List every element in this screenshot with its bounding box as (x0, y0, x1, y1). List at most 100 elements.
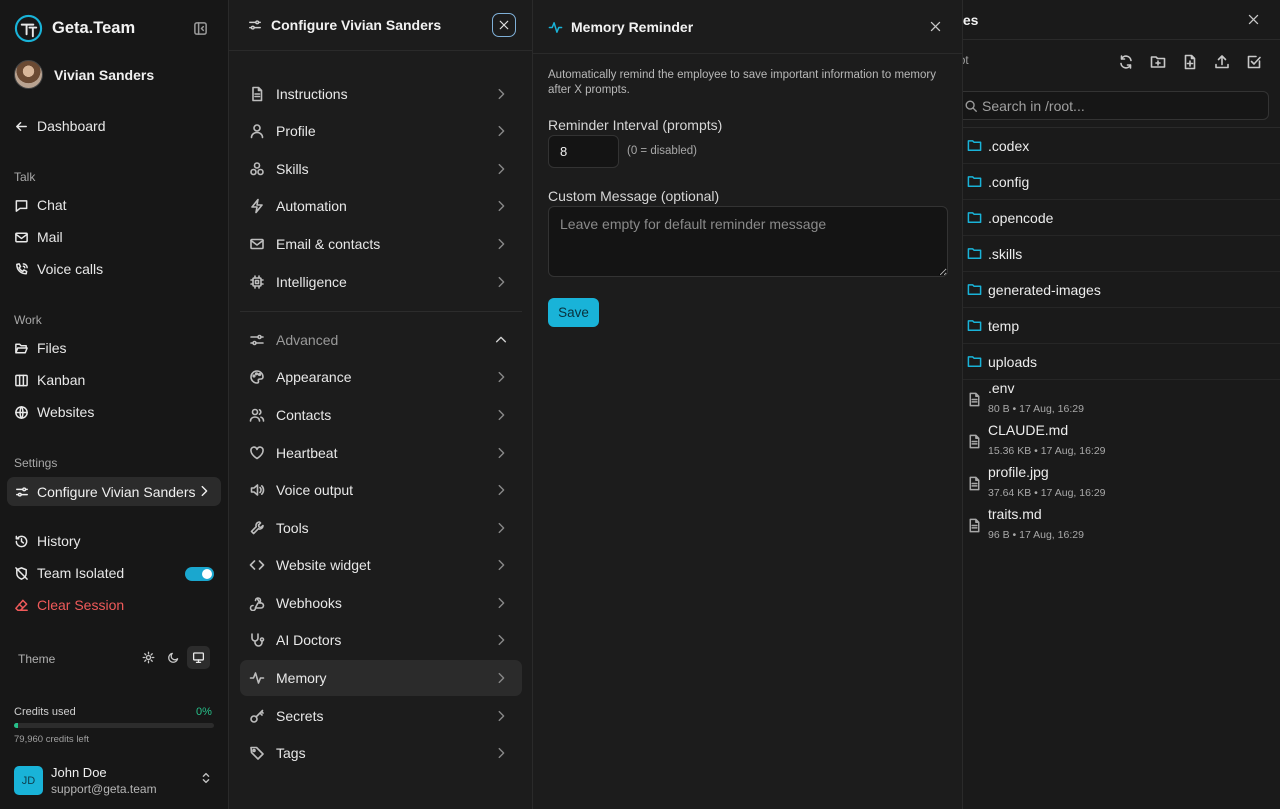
sun-icon (142, 651, 155, 664)
files-search-input[interactable] (982, 92, 1262, 119)
folder-row[interactable]: .codex (963, 128, 1280, 164)
employee-profile[interactable]: Vivian Sanders (14, 60, 154, 89)
upload-button[interactable] (1214, 54, 1230, 70)
reminder-interval-input[interactable] (548, 135, 619, 168)
work-section-label: Work (14, 313, 42, 327)
chevron-right-icon (498, 447, 505, 459)
sidebar-item-websites[interactable]: Websites (14, 404, 94, 420)
config-item-tags[interactable]: Tags (240, 735, 522, 771)
theme-light-button[interactable] (137, 646, 160, 669)
config-item-label: Instructions (276, 86, 348, 102)
config-item-website-widget[interactable]: Website widget (240, 547, 522, 583)
sidebar-item-label: Files (37, 340, 67, 356)
chevrons-up-down-icon[interactable] (199, 771, 213, 785)
config-item-memory[interactable]: Memory (240, 660, 522, 696)
folder-icon (967, 356, 982, 367)
config-item-label: Profile (276, 123, 316, 139)
folder-row[interactable]: generated-images (963, 272, 1280, 308)
files-search (963, 91, 1269, 120)
folder-row[interactable]: uploads (963, 344, 1280, 380)
history-icon (15, 535, 28, 547)
config-item-appearance[interactable]: Appearance (240, 359, 522, 395)
folder-row[interactable]: .skills (963, 236, 1280, 272)
folder-open-icon (15, 343, 28, 353)
config-item-voice-output[interactable]: Voice output (240, 472, 522, 508)
search-icon (965, 100, 977, 112)
refresh-button[interactable] (1118, 54, 1134, 70)
file-row[interactable]: profile.jpg 37.64 KB • 17 Aug, 16:29 (963, 464, 1280, 506)
code-icon (249, 560, 265, 570)
config-item-secrets[interactable]: Secrets (240, 698, 522, 734)
sidebar-item-configure[interactable]: Configure Vivian Sanders (7, 477, 221, 506)
config-item-label: Heartbeat (276, 445, 338, 461)
sidebar-item-label: Websites (37, 404, 95, 420)
brand-name: Geta.Team (52, 19, 136, 37)
config-item-skills[interactable]: Skills (240, 151, 522, 187)
folder-icon (967, 212, 982, 223)
sidebar-item-chat[interactable]: Chat (14, 197, 67, 213)
config-item-ai-doctors[interactable]: AI Doctors (240, 622, 522, 658)
chevron-right-icon (498, 409, 505, 421)
config-item-email-contacts[interactable]: Email & contacts (240, 226, 522, 262)
arrow-left-icon (16, 121, 27, 131)
config-item-profile[interactable]: Profile (240, 113, 522, 149)
sidebar-item-label: History (37, 533, 81, 549)
save-button[interactable]: Save (548, 298, 599, 327)
team-isolated-toggle[interactable] (185, 567, 214, 581)
chevron-right-icon (498, 238, 505, 250)
file-meta: 37.64 KB • 17 Aug, 16:29 (988, 487, 1106, 499)
folder-row[interactable]: temp (963, 308, 1280, 344)
memory-close-button[interactable] (929, 20, 942, 33)
configure-close-button[interactable] (492, 13, 516, 37)
config-item-label: Appearance (276, 369, 352, 385)
config-item-automation[interactable]: Automation (240, 188, 522, 224)
file-row[interactable]: traits.md 96 B • 17 Aug, 16:29 (963, 506, 1280, 548)
select-button[interactable] (1246, 54, 1262, 70)
theme-dark-button[interactable] (162, 646, 185, 669)
dashboard-link[interactable]: Dashboard (14, 118, 106, 134)
config-item-tools[interactable]: Tools (240, 510, 522, 546)
custom-message-input[interactable] (548, 206, 948, 277)
palette-icon (250, 370, 264, 384)
key-icon (250, 709, 264, 723)
close-icon (499, 20, 509, 30)
folder-plus-icon (1150, 56, 1166, 68)
credits-progress-fill (14, 723, 18, 728)
sidebar-item-mail[interactable]: Mail (14, 229, 63, 245)
brand[interactable]: Geta.Team (14, 14, 135, 43)
config-item-label: Email & contacts (276, 236, 381, 252)
file-row[interactable]: .env 80 B • 17 Aug, 16:29 (963, 380, 1280, 422)
file-text-icon (969, 476, 980, 491)
collapse-sidebar-icon[interactable] (193, 21, 208, 36)
config-item-label: Webhooks (276, 595, 342, 611)
files-close-button[interactable] (1247, 13, 1260, 26)
config-item-contacts[interactable]: Contacts (240, 397, 522, 433)
config-item-intelligence[interactable]: Intelligence (240, 264, 522, 300)
document-icon (252, 86, 263, 102)
sidebar-item-voice-calls[interactable]: Voice calls (14, 261, 103, 277)
folder-row[interactable]: .opencode (963, 200, 1280, 236)
clear-session-button[interactable]: Clear Session (14, 597, 124, 613)
refresh-icon (1120, 55, 1132, 69)
dashboard-label: Dashboard (37, 118, 106, 134)
config-item-instructions[interactable]: Instructions (240, 76, 522, 112)
memory-header: Memory Reminder (533, 0, 963, 54)
advanced-section-toggle[interactable]: Advanced (240, 322, 522, 358)
folder-row[interactable]: .config (963, 164, 1280, 200)
sidebar-item-files[interactable]: Files (14, 340, 67, 356)
globe-icon (15, 405, 28, 419)
sidebar-item-label: Mail (37, 229, 63, 245)
theme-system-button[interactable] (187, 646, 210, 669)
file-row[interactable]: CLAUDE.md 15.36 KB • 17 Aug, 16:29 (963, 422, 1280, 464)
sidebar-item-history[interactable]: History (14, 533, 81, 549)
settings-sliders-icon (249, 20, 261, 30)
memory-reminder-panel: Memory Reminder Automatically remind the… (533, 0, 963, 809)
folder-icon (967, 248, 982, 259)
config-item-heartbeat[interactable]: Heartbeat (240, 435, 522, 471)
new-file-button[interactable] (1182, 54, 1198, 70)
config-item-webhooks[interactable]: Webhooks (240, 585, 522, 621)
sidebar-item-kanban[interactable]: Kanban (14, 372, 85, 388)
new-folder-button[interactable] (1150, 54, 1166, 70)
kanban-icon (15, 374, 28, 386)
account-menu[interactable]: JD John Doe support@geta.team (14, 765, 157, 796)
